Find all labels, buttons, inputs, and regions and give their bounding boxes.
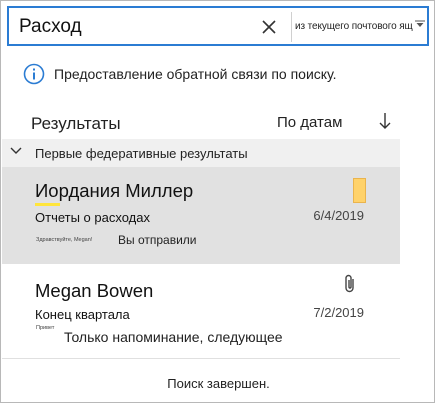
chevron-down-icon	[10, 147, 22, 154]
message-sender: Иордания Миллер	[35, 180, 194, 201]
search-status: Поиск завершен.	[167, 376, 270, 391]
results-heading: Результаты	[31, 114, 121, 133]
message-date: 7/2/2019	[313, 305, 364, 320]
message-subject: Отчеты о расходах	[35, 210, 150, 225]
sort-by-button[interactable]: По датам	[277, 114, 342, 131]
message-item-1[interactable]: Иордания Миллер Отчеты о расходах 6/4/20…	[2, 167, 400, 264]
arrow-down-icon	[379, 113, 391, 129]
search-scope-dropdown[interactable]: из текущего почтового ящика	[295, 8, 427, 44]
group-label: Первые федеративные результаты	[35, 146, 248, 161]
divider	[291, 12, 292, 42]
sort-direction-button[interactable]	[376, 110, 394, 132]
message-item-2[interactable]: Megan Bowen Конец квартала 7/2/2019 Прив…	[2, 264, 400, 358]
paperclip-icon	[345, 274, 354, 293]
search-highlight	[35, 203, 60, 206]
message-preview-prefix: Привет	[36, 325, 55, 331]
info-icon	[23, 63, 45, 85]
message-preview: Вы отправили	[118, 233, 197, 247]
close-icon	[262, 20, 276, 34]
search-pane: из текущего почтового ящика Предоставлен…	[0, 0, 435, 403]
message-sender: Megan Bowen	[35, 280, 154, 301]
feedback-info[interactable]: Предоставление обратной связи по поиску.	[23, 63, 337, 85]
divider	[2, 358, 400, 359]
feedback-link[interactable]: Предоставление обратной связи по поиску.	[54, 66, 337, 82]
group-header-federated[interactable]: Первые федеративные результаты	[2, 139, 400, 167]
chevron-down-icon	[415, 20, 425, 27]
message-preview-prefix: Здравствуйте, Megan!	[36, 237, 93, 243]
search-scope-label: из текущего почтового ящика	[295, 20, 413, 32]
clear-search-button[interactable]	[257, 14, 281, 40]
search-input[interactable]	[19, 14, 249, 40]
message-date: 6/4/2019	[313, 208, 364, 223]
search-bar: из текущего почтового ящика	[7, 6, 429, 46]
message-preview: Только напоминание, следующее	[64, 329, 283, 345]
flag-icon[interactable]	[353, 178, 366, 203]
message-subject: Конец квартала	[35, 307, 130, 322]
